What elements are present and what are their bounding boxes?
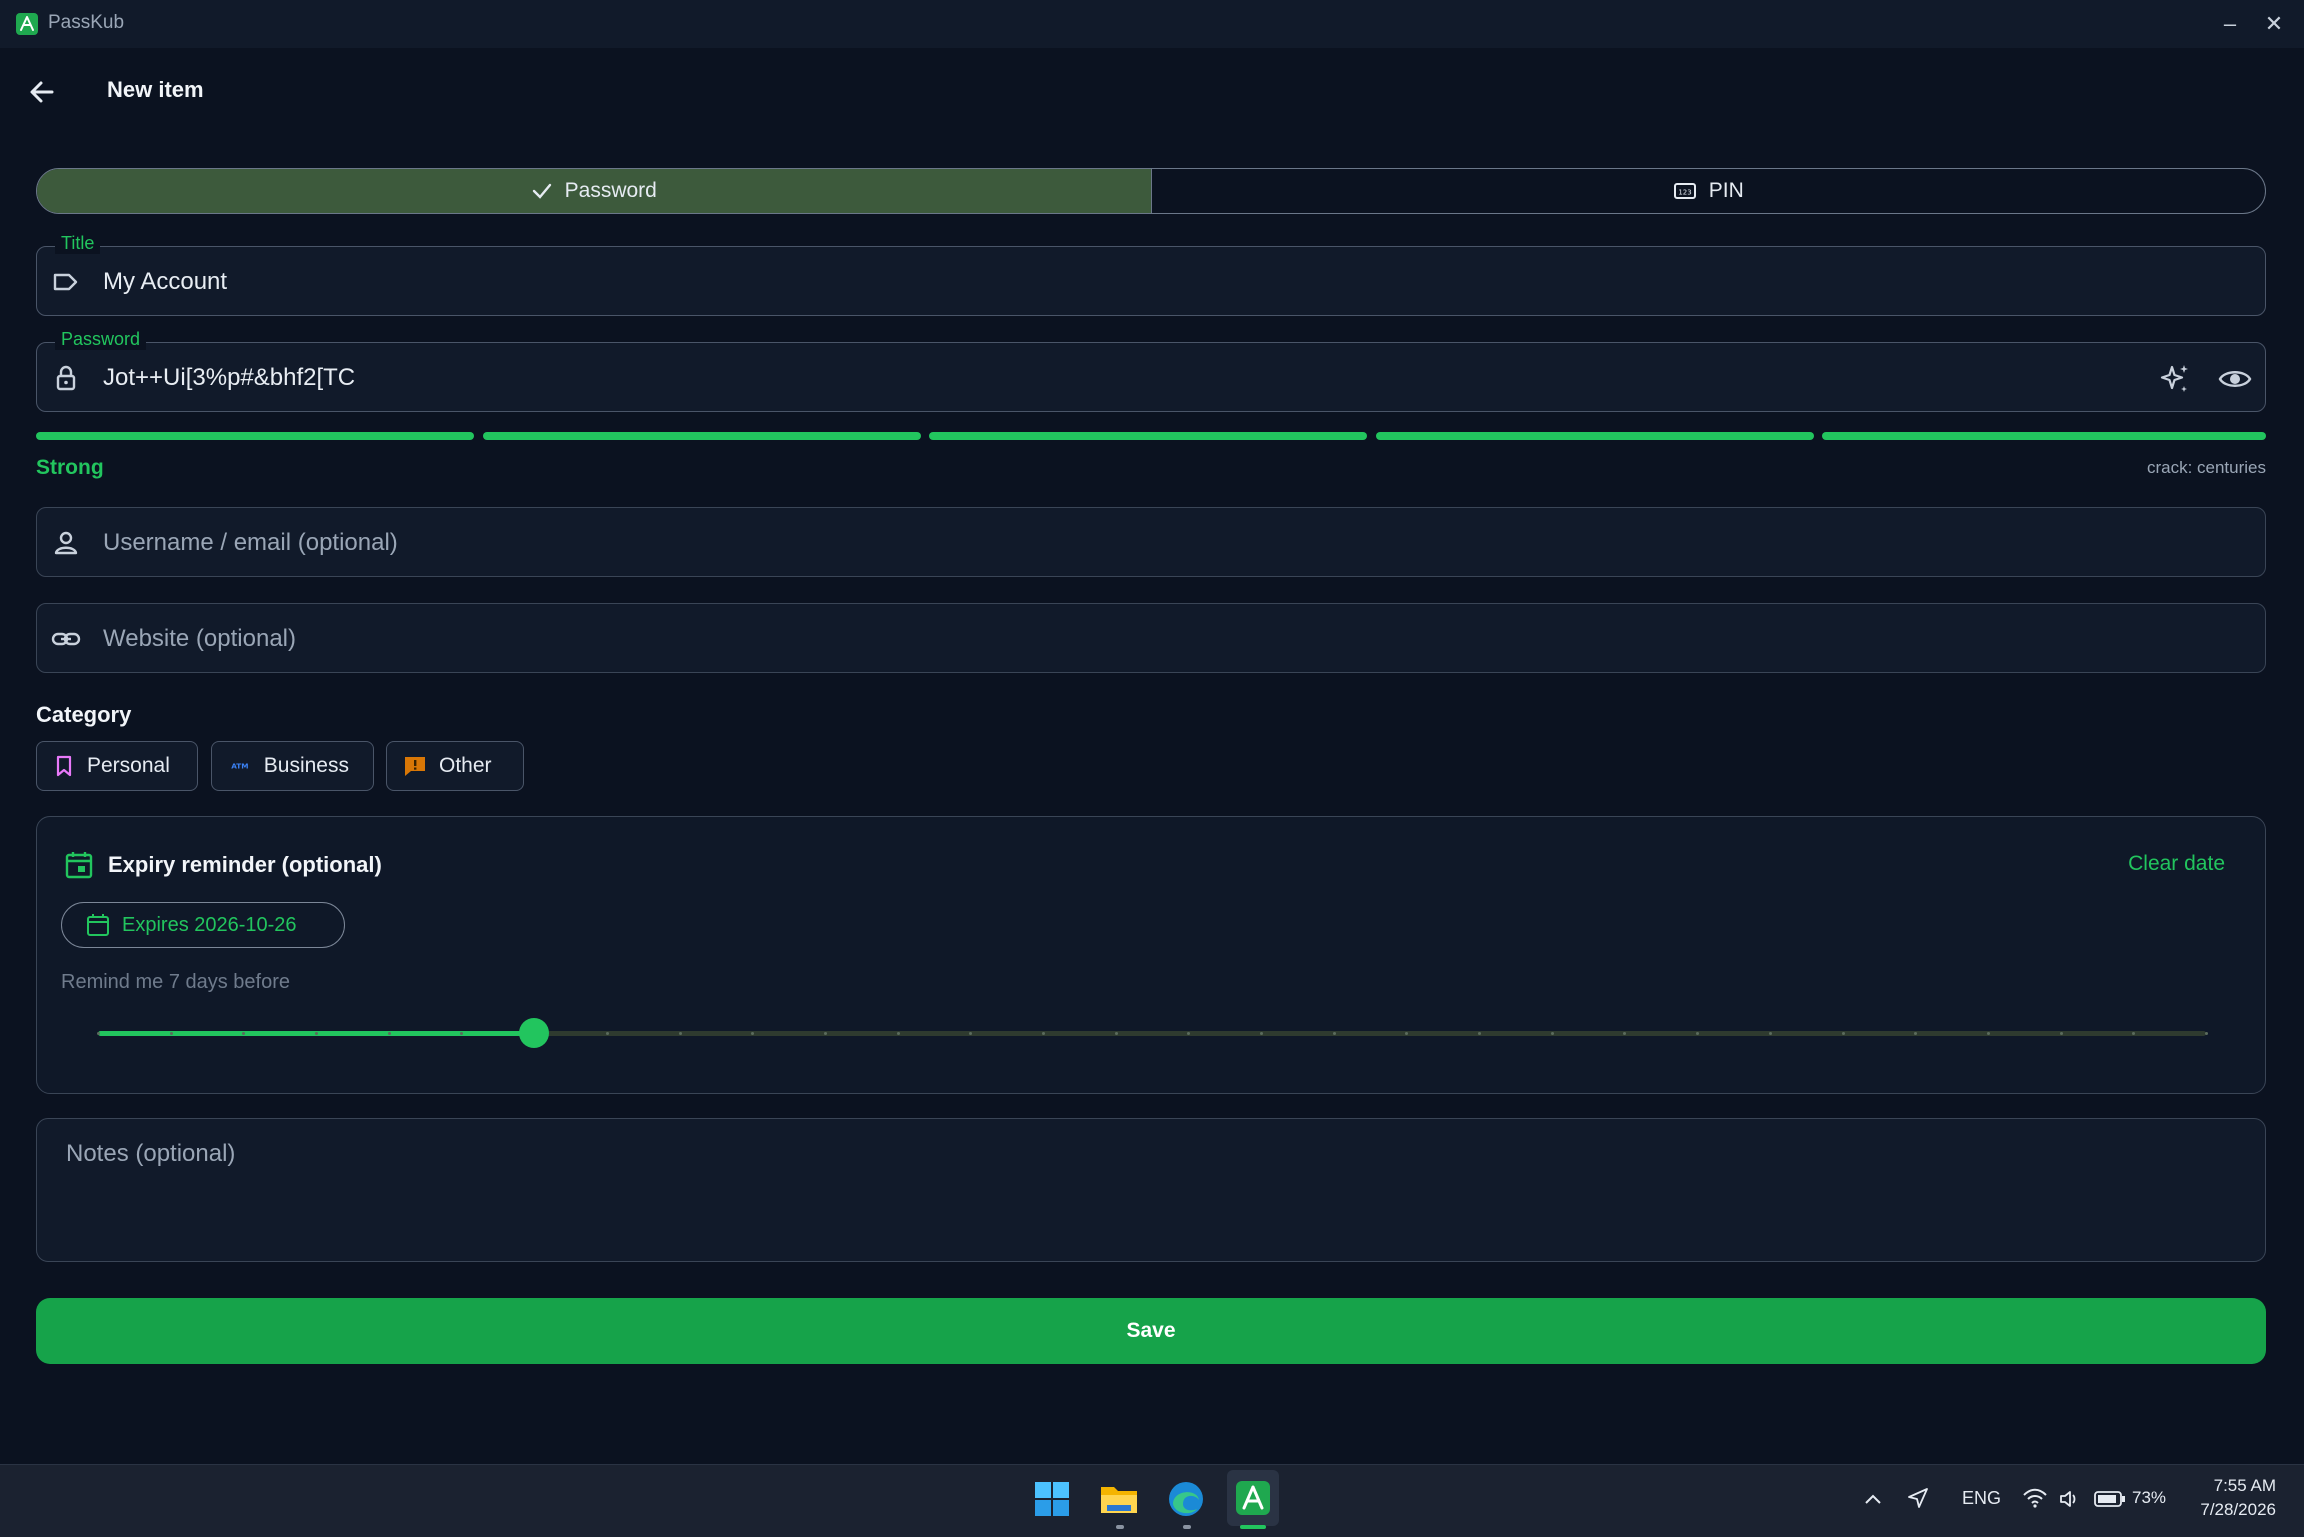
slider-tick bbox=[1332, 1032, 1336, 1035]
lock-icon bbox=[56, 365, 76, 391]
expiry-date-text: Expires 2026-10-26 bbox=[122, 913, 297, 936]
wifi-icon[interactable] bbox=[2022, 1487, 2048, 1509]
title-field-legend: Title bbox=[55, 233, 101, 254]
atm-card-icon: ATM bbox=[231, 762, 248, 771]
svg-text:ATM: ATM bbox=[231, 762, 248, 771]
strength-bar-segment bbox=[483, 432, 921, 440]
tab-pin-label: PIN bbox=[1708, 179, 1744, 202]
file-explorer-icon[interactable] bbox=[1096, 1476, 1142, 1522]
expiry-date-chip[interactable]: Expires 2026-10-26 bbox=[61, 902, 345, 948]
crack-time: crack: centuries bbox=[2146, 458, 2266, 477]
notes-field[interactable] bbox=[36, 1118, 2266, 1262]
generate-sparkle-icon[interactable] bbox=[2157, 361, 2193, 397]
arrow-left-icon bbox=[30, 81, 54, 103]
password-field-legend: Password bbox=[55, 329, 147, 350]
svg-text:123: 123 bbox=[1678, 189, 1691, 197]
title-value: My Account bbox=[103, 268, 228, 295]
strength-bar-segment bbox=[929, 432, 1367, 440]
battery-percent: 73% bbox=[2132, 1488, 2167, 1507]
category-chip-other[interactable]: Other bbox=[386, 741, 524, 791]
slider-tick bbox=[605, 1032, 609, 1035]
bookmark-icon bbox=[56, 755, 72, 777]
calendar-icon bbox=[87, 914, 109, 936]
calendar-icon bbox=[65, 852, 93, 879]
strength-bar-segment bbox=[1822, 432, 2266, 440]
password-field[interactable]: Password Jot++Ui[3%p#&bhf2[TC bbox=[36, 329, 2266, 412]
window-titlebar bbox=[0, 0, 2304, 48]
chevron-up-icon[interactable] bbox=[1862, 1490, 1884, 1508]
minimize-button[interactable]: – bbox=[2210, 8, 2250, 40]
category-chip-label: Personal bbox=[87, 754, 170, 777]
category-chip-label: Business bbox=[263, 754, 349, 777]
category-chip-personal[interactable]: Personal bbox=[36, 741, 198, 791]
item-type-toggle: Password 123 PIN bbox=[36, 168, 2266, 214]
strength-bar-segment bbox=[1376, 432, 1814, 440]
strength-label: Strong bbox=[36, 456, 104, 479]
pin-keypad-icon: 123 bbox=[1673, 183, 1696, 199]
link-icon bbox=[51, 632, 81, 646]
slider-tick bbox=[678, 1032, 682, 1035]
explorer-running-indicator bbox=[1116, 1525, 1124, 1529]
location-arrow-icon[interactable] bbox=[1906, 1486, 1930, 1510]
clear-date-button[interactable]: Clear date bbox=[2128, 852, 2225, 876]
notes-placeholder: Notes (optional) bbox=[66, 1140, 236, 1167]
remind-slider-thumb[interactable] bbox=[519, 1018, 550, 1048]
tag-icon bbox=[53, 273, 78, 291]
slider-tick bbox=[1768, 1032, 1772, 1035]
battery-icon[interactable] bbox=[2094, 1490, 2126, 1508]
page-title: New item bbox=[107, 77, 204, 102]
username-placeholder: Username / email (optional) bbox=[103, 529, 398, 556]
show-password-eye-icon[interactable] bbox=[2217, 361, 2253, 397]
app-title: PassKub bbox=[48, 12, 125, 33]
slider-tick bbox=[169, 1032, 173, 1035]
slider-tick bbox=[1986, 1032, 1990, 1035]
tab-password-label: Password bbox=[564, 179, 657, 202]
person-icon bbox=[54, 531, 78, 555]
passkub-active-indicator bbox=[1240, 1525, 1266, 1529]
slider-tick bbox=[2205, 1032, 2208, 1035]
slider-tick bbox=[1550, 1032, 1554, 1035]
edge-running-indicator bbox=[1183, 1525, 1191, 1529]
windows-start-icon[interactable] bbox=[1029, 1476, 1075, 1522]
slider-tick bbox=[2059, 1032, 2063, 1035]
website-placeholder: Website (optional) bbox=[103, 625, 296, 652]
slider-tick bbox=[1841, 1032, 1845, 1035]
slider-tick bbox=[823, 1032, 827, 1035]
slider-tick bbox=[1041, 1032, 1045, 1035]
edge-browser-icon[interactable] bbox=[1163, 1476, 1209, 1522]
taskbar bbox=[0, 1464, 2304, 1537]
password-value: Jot++Ui[3%p#&bhf2[TC bbox=[103, 364, 356, 391]
slider-tick bbox=[97, 1032, 100, 1035]
title-field[interactable]: Title My Account bbox=[36, 233, 2266, 316]
category-chip-business[interactable]: ATM Business bbox=[211, 741, 374, 791]
remind-days-label: Remind me 7 days before bbox=[61, 971, 291, 993]
close-window-button[interactable]: ✕ bbox=[2254, 8, 2294, 40]
comment-alert-icon bbox=[405, 757, 425, 776]
clock-time[interactable]: 7:55 AM bbox=[2208, 1476, 2276, 1496]
slider-tick bbox=[1114, 1032, 1118, 1035]
tab-password[interactable]: Password bbox=[37, 169, 1152, 213]
username-field[interactable]: Username / email (optional) bbox=[36, 507, 2266, 577]
check-icon bbox=[532, 183, 551, 199]
category-chip-label: Other bbox=[439, 754, 492, 777]
volume-icon[interactable] bbox=[2058, 1488, 2082, 1510]
clock-date[interactable]: 7/28/2026 bbox=[2186, 1500, 2276, 1520]
passkub-app-icon[interactable] bbox=[1227, 1470, 1279, 1526]
slider-tick bbox=[896, 1032, 900, 1035]
strength-bar-segment bbox=[36, 432, 474, 440]
slider-tick bbox=[387, 1032, 391, 1035]
category-label: Category bbox=[36, 702, 132, 727]
tab-pin[interactable]: 123 PIN bbox=[1152, 169, 2266, 213]
app-logo-icon bbox=[16, 13, 38, 35]
language-indicator[interactable]: ENG bbox=[1962, 1488, 2001, 1509]
website-field[interactable]: Website (optional) bbox=[36, 603, 2266, 673]
back-button[interactable] bbox=[20, 70, 64, 114]
save-button[interactable]: Save bbox=[36, 1298, 2266, 1364]
expiry-title: Expiry reminder (optional) bbox=[108, 852, 382, 877]
